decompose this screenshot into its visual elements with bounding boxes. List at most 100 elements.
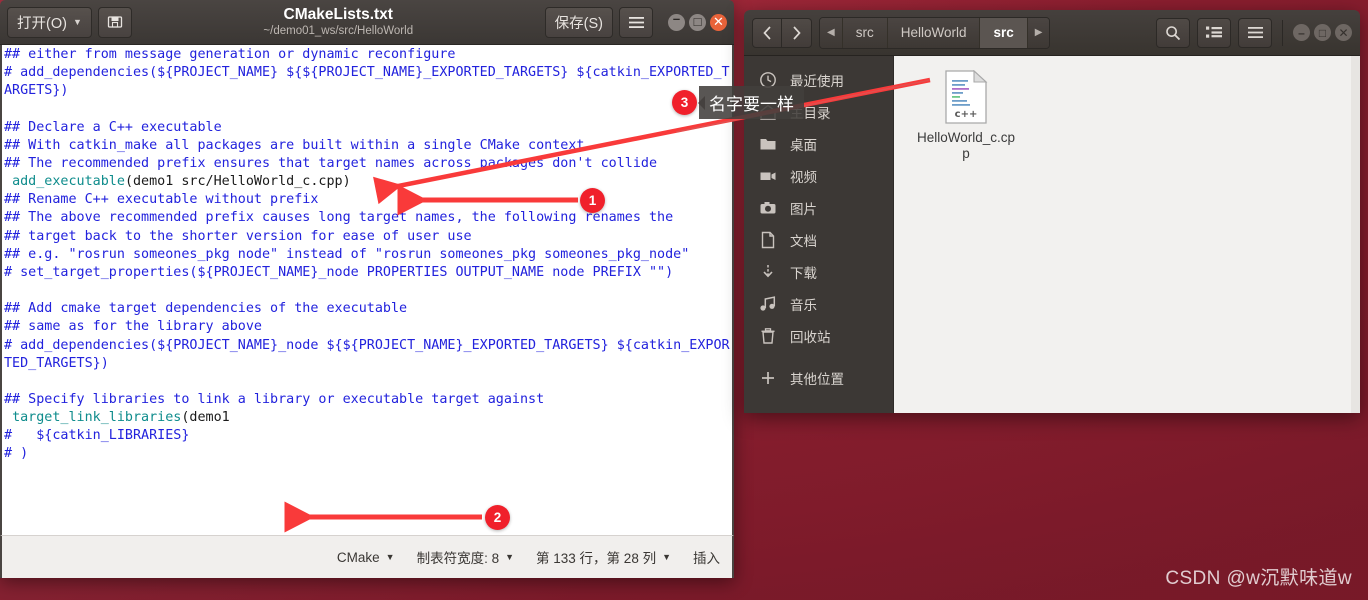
open-button[interactable]: 打开(O) ▼ bbox=[7, 6, 92, 38]
code-comment: # ${catkin_LIBRARIES} bbox=[4, 428, 190, 444]
page-title: CMakeLists.txt bbox=[283, 7, 393, 24]
gedit-menu-button[interactable] bbox=[619, 6, 653, 38]
open-button-label: 打开(O) bbox=[17, 15, 67, 32]
gedit-title-block: CMakeLists.txt ~/demo01_ws/src/HelloWorl… bbox=[132, 7, 545, 36]
gedit-text-area[interactable]: ## either from message generation or dyn… bbox=[0, 45, 734, 535]
close-icon: ✕ bbox=[1338, 25, 1349, 40]
sidebar-item-label: 其他位置 bbox=[790, 372, 844, 387]
save-button[interactable]: 保存(S) bbox=[544, 6, 613, 38]
code-line: ## same as for the library above bbox=[4, 318, 732, 336]
file-manager-body: 最近使用主目录桌面视频图片文档下载音乐回收站其他位置 c++ bbox=[744, 56, 1360, 413]
sidebar-item-label: 音乐 bbox=[790, 298, 817, 313]
code-line: # set_target_properties(${PROJECT_NAME}_… bbox=[4, 264, 732, 282]
code-comment: # ) bbox=[4, 446, 29, 462]
sidebar-item-3[interactable]: 视频 bbox=[744, 160, 893, 192]
back-button[interactable] bbox=[752, 17, 782, 48]
status-language[interactable]: CMake ▼ bbox=[337, 550, 395, 565]
view-toggle-button[interactable] bbox=[1197, 17, 1231, 48]
code-line: ## The above recommended prefix causes l… bbox=[4, 209, 732, 227]
sidebar-item-label: 图片 bbox=[790, 202, 817, 217]
download-icon bbox=[759, 263, 777, 281]
maximize-button[interactable]: □ bbox=[689, 13, 706, 31]
sidebar-item-label: 桌面 bbox=[790, 138, 817, 153]
annotation-3: 3 名字要一样 bbox=[672, 86, 804, 119]
forward-button[interactable] bbox=[782, 17, 812, 48]
annotation-1: 1 bbox=[580, 188, 605, 213]
sidebar-item-8[interactable]: 回收站 bbox=[744, 320, 893, 352]
file-list-scrollbar[interactable] bbox=[1351, 56, 1360, 413]
sidebar-item-5[interactable]: 文档 bbox=[744, 224, 893, 256]
code-comment: # add_dependencies(${PROJECT_NAME}_node … bbox=[4, 337, 730, 371]
gedit-titlebar-right: 保存(S) – □ ✕ bbox=[544, 6, 727, 38]
code-line: ## Specify libraries to link a library o… bbox=[4, 391, 732, 409]
list-item[interactable]: c++ HelloWorld_c.cpp bbox=[914, 69, 1018, 162]
close-button[interactable]: ✕ bbox=[1335, 24, 1352, 41]
save-as-button[interactable] bbox=[97, 6, 132, 38]
minimize-icon: – bbox=[1298, 25, 1305, 40]
maximize-button[interactable]: □ bbox=[1314, 24, 1331, 41]
breadcrumb-scroll-arrow[interactable]: ▶ bbox=[1027, 17, 1050, 48]
sidebar-item-7[interactable]: 音乐 bbox=[744, 288, 893, 320]
code-line: ## The recommended prefix ensures that t… bbox=[4, 155, 732, 173]
svg-text:c++: c++ bbox=[955, 109, 978, 120]
maximize-icon: □ bbox=[1318, 25, 1327, 40]
breadcrumb: ◀ src HelloWorld src ▶ bbox=[819, 16, 1051, 49]
sidebar-item-label: 文档 bbox=[790, 234, 817, 249]
sidebar-item-label: 视频 bbox=[790, 170, 817, 185]
search-button[interactable] bbox=[1156, 17, 1190, 48]
status-insert-label: 插入 bbox=[693, 551, 720, 566]
minimize-button[interactable]: – bbox=[1293, 24, 1310, 41]
breadcrumb-item[interactable]: src bbox=[980, 17, 1028, 48]
code-line: ## e.g. "rosrun someones_pkg node" inste… bbox=[4, 246, 732, 264]
plus-icon bbox=[759, 369, 777, 387]
chevron-down-icon: ▼ bbox=[662, 552, 671, 562]
cpp-file-icon: c++ bbox=[944, 69, 988, 124]
gedit-status-bar: CMake ▼ 制表符宽度: 8 ▼ 第 133 行，第 28 列 ▼ 插入 bbox=[0, 535, 734, 578]
code-comment: ## Declare a C++ executable bbox=[4, 119, 222, 135]
breadcrumb-scroll-arrow[interactable]: ◀ bbox=[820, 17, 843, 48]
file-name-label: HelloWorld_c.cpp bbox=[916, 130, 1016, 161]
breadcrumb-item[interactable]: src bbox=[842, 17, 888, 48]
sidebar-item-4[interactable]: 图片 bbox=[744, 192, 893, 224]
list-view-icon bbox=[1206, 26, 1222, 38]
file-manager-window-controls: – □ ✕ bbox=[1293, 24, 1352, 41]
status-insert-mode: 插入 bbox=[693, 547, 720, 567]
sidebar-item-2[interactable]: 桌面 bbox=[744, 128, 893, 160]
hamburger-menu-icon bbox=[1247, 27, 1263, 38]
code-arguments: (demo1 src/HelloWorld_c.cpp) bbox=[124, 174, 351, 190]
chevron-left-icon bbox=[762, 25, 771, 40]
code-content: ## either from message generation or dyn… bbox=[2, 45, 732, 464]
code-comment: ## target back to the shorter version fo… bbox=[4, 228, 472, 244]
annotation-2: 2 bbox=[485, 505, 510, 530]
hamburger-menu-icon bbox=[628, 16, 644, 28]
gedit-window-controls: – □ ✕ bbox=[668, 12, 727, 31]
code-comment: ## e.g. "rosrun someones_pkg node" inste… bbox=[4, 246, 690, 262]
annotation-badge-1: 1 bbox=[580, 188, 605, 213]
code-comment: ## The recommended prefix ensures that t… bbox=[4, 155, 658, 171]
code-line: # add_dependencies(${PROJECT_NAME} ${${P… bbox=[4, 64, 732, 100]
status-position-label: 第 133 行，第 28 列 bbox=[536, 551, 657, 566]
sidebar-item-6[interactable]: 下载 bbox=[744, 256, 893, 288]
status-tab-width[interactable]: 制表符宽度: 8 ▼ bbox=[417, 547, 514, 567]
sidebar-item-9[interactable]: 其他位置 bbox=[744, 362, 893, 394]
file-manager-header: ◀ src HelloWorld src ▶ – □ ✕ bbox=[744, 10, 1360, 56]
trash-icon bbox=[759, 327, 777, 345]
file-manager-menu-button[interactable] bbox=[1238, 17, 1272, 48]
chevron-down-icon: ▼ bbox=[505, 552, 515, 562]
code-arguments: (demo1 bbox=[181, 410, 230, 426]
sidebar-item-label: 回收站 bbox=[790, 330, 831, 345]
video-icon bbox=[759, 167, 777, 185]
code-line: # ${catkin_LIBRARIES} bbox=[4, 427, 732, 445]
annotation-badge-2: 2 bbox=[485, 505, 510, 530]
close-button[interactable]: ✕ bbox=[710, 13, 727, 31]
file-manager-window: ◀ src HelloWorld src ▶ – □ ✕ 最近使用 主目录 桌面… bbox=[744, 10, 1360, 413]
chevron-down-icon: ▼ bbox=[385, 552, 395, 562]
file-list-area[interactable]: c++ HelloWorld_c.cpp bbox=[894, 56, 1360, 413]
music-icon bbox=[759, 295, 777, 313]
minimize-button[interactable]: – bbox=[668, 12, 685, 31]
status-language-label: CMake bbox=[336, 549, 380, 565]
status-cursor-position[interactable]: 第 133 行，第 28 列 ▼ bbox=[536, 547, 671, 567]
breadcrumb-item[interactable]: HelloWorld bbox=[887, 17, 981, 48]
